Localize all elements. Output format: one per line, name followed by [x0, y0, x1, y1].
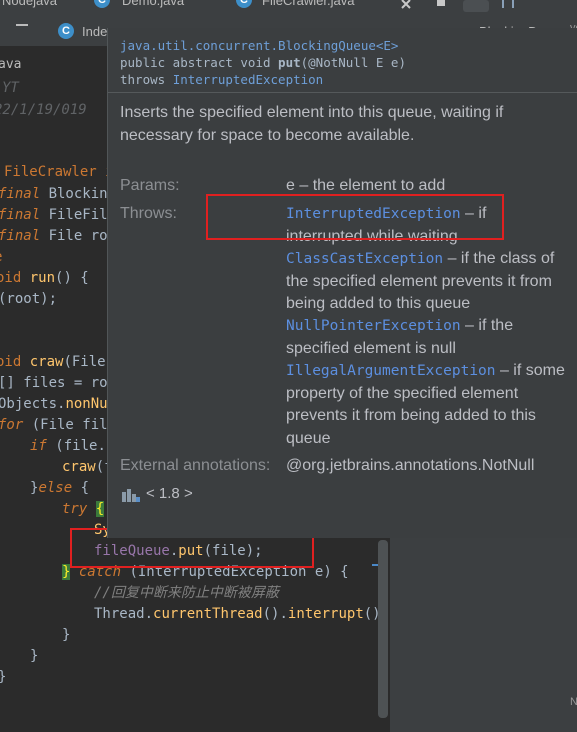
documentation-body: Inserts the specified element into this …: [108, 93, 577, 538]
code-line: }: [62, 627, 71, 643]
code-line: }: [0, 667, 6, 688]
exception-link[interactable]: NullPointerException: [286, 318, 461, 334]
comment-fragment: YT: [2, 80, 19, 96]
throws-entry: IllegalArgumentException – if some prope…: [286, 362, 565, 447]
exception-link[interactable]: InterruptedException: [173, 72, 324, 87]
code-line: final FileFilt: [0, 207, 117, 223]
code-line: }: [30, 648, 39, 664]
exception-link[interactable]: ClassCastException: [286, 251, 443, 267]
throws-entry: ClassCastException – if the class of the…: [286, 250, 555, 312]
method-declaration: public abstract void put(@NotNull E e): [120, 55, 406, 70]
code-line: try {: [62, 501, 105, 517]
params-label: Params:: [120, 177, 180, 194]
code-line: for (File file: [0, 417, 117, 433]
code-line: Thread.currentThread().interrupt();: [94, 606, 390, 622]
external-annotations-value: @org.jetbrains.annotations.NotNull: [286, 457, 535, 474]
code-line: oid craw(File: [0, 354, 106, 370]
method-description: Inserts the specified element into this …: [120, 104, 504, 144]
code-line: final Blocking: [0, 186, 117, 202]
file-tab-fragment: ava: [0, 57, 22, 72]
tab-label: Nodejava: [2, 0, 57, 8]
throws-clause: throws InterruptedException: [120, 72, 324, 87]
jdk-version: < 1.8 >: [146, 485, 193, 502]
tab-index[interactable]: C Inde: [52, 18, 108, 46]
code-line: (root);: [0, 291, 58, 307]
tab-close-icon[interactable]: [16, 24, 28, 26]
code-line: }else {: [30, 480, 90, 496]
code-line: e: [0, 247, 2, 268]
method-signature: java.util.concurrent.BlockingQueue<E> pu…: [108, 28, 577, 92]
tab-label: FileCrawler.java: [262, 0, 355, 8]
tab-node[interactable]: Nodejava: [0, 0, 57, 46]
code-line: Objects.nonNul: [0, 396, 117, 412]
declaring-class-link[interactable]: java.util.concurrent.BlockingQueue<E>: [120, 38, 398, 53]
tab-label: Demo.java: [122, 0, 185, 8]
highlight-box: [206, 194, 504, 240]
throws-label: Throws:: [120, 205, 177, 222]
code-line: final File roo: [0, 228, 117, 244]
code-line: //回复中断来防止中断被屏蔽: [94, 585, 279, 601]
class-icon: C: [94, 0, 110, 8]
class-icon: C: [58, 23, 74, 39]
class-icon: C: [236, 0, 252, 8]
comment-fragment: 22/1/19/019: [0, 102, 87, 118]
library-icon: [122, 489, 140, 502]
quick-documentation-popup: java.util.concurrent.BlockingQueue<E> pu…: [107, 28, 577, 538]
throws-entry: NullPointerException – if the specified …: [286, 317, 514, 357]
vertical-scrollbar[interactable]: [378, 540, 388, 718]
exception-link[interactable]: IllegalArgumentException: [286, 363, 496, 379]
external-annotations-label: External annotations:: [120, 457, 271, 474]
close-icon[interactable]: [398, 0, 418, 10]
side-tool-strip[interactable]: Note: [570, 696, 577, 708]
code-line: craw(f: [62, 459, 113, 475]
sort-icon[interactable]: [499, 0, 519, 10]
code-line: [] files = roo: [0, 375, 117, 391]
stop-icon[interactable]: [437, 0, 445, 6]
code-line: oid run() {: [0, 270, 89, 286]
code-line: if (file.i: [30, 438, 115, 454]
branch-icon[interactable]: [463, 0, 489, 12]
tab-label: Inde: [82, 24, 108, 39]
code-line: FileCrawler i: [4, 164, 114, 180]
